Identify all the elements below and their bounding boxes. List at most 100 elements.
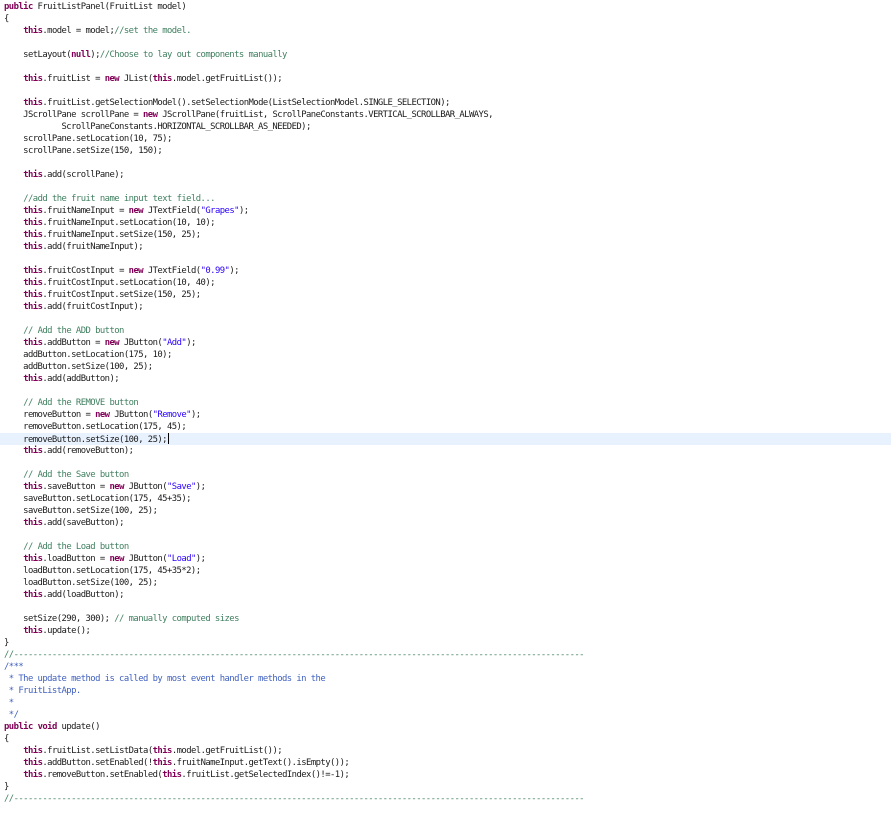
code-line[interactable]: this.addButton = new JButton("Add");: [4, 337, 891, 349]
code-line[interactable]: this.fruitNameInput.setLocation(10, 10);: [4, 217, 891, 229]
code-line[interactable]: // Add the Load button: [4, 541, 891, 553]
code-line[interactable]: scrollPane.setLocation(10, 75);: [4, 133, 891, 145]
code-token: addButton.setLocation(175, 10);: [4, 350, 172, 360]
code-line-current[interactable]: removeButton.setSize(100, 25);: [0, 433, 891, 445]
code-token: .fruitList.getSelectedIndex()!=-1);: [181, 770, 350, 780]
code-line[interactable]: addButton.setSize(100, 25);: [4, 361, 891, 373]
code-token: setSize(290, 300);: [4, 614, 115, 624]
code-editor[interactable]: public FruitListPanel(FruitList model){ …: [0, 0, 891, 816]
code-line[interactable]: this.fruitCostInput = new JTextField("0.…: [4, 265, 891, 277]
code-line[interactable]: this.fruitNameInput = new JTextField("Gr…: [4, 205, 891, 217]
code-line[interactable]: this.removeButton.setEnabled(this.fruitL…: [4, 769, 891, 781]
code-line[interactable]: this.fruitCostInput.setLocation(10, 40);: [4, 277, 891, 289]
code-token: removeButton =: [4, 410, 96, 420]
code-line[interactable]: // Add the ADD button: [4, 325, 891, 337]
code-line[interactable]: public void update(): [4, 721, 891, 733]
code-line[interactable]: * FruitListApp.: [4, 685, 891, 697]
code-line[interactable]: this.add(scrollPane);: [4, 169, 891, 181]
code-line[interactable]: removeButton.setLocation(175, 45);: [4, 421, 891, 433]
string-token: "Add": [162, 338, 187, 348]
code-line[interactable]: [4, 157, 891, 169]
code-line[interactable]: this.add(loadButton);: [4, 589, 891, 601]
code-line[interactable]: this.loadButton = new JButton("Load");: [4, 553, 891, 565]
code-line[interactable]: {: [4, 13, 891, 25]
code-line[interactable]: //add the fruit name input text field...: [4, 193, 891, 205]
code-line[interactable]: //--------------------------------------…: [4, 793, 891, 805]
code-line[interactable]: [4, 457, 891, 469]
keyword-token: this: [23, 230, 43, 240]
code-line[interactable]: saveButton.setSize(100, 25);: [4, 505, 891, 517]
code-line[interactable]: [4, 313, 891, 325]
code-line[interactable]: [4, 85, 891, 97]
comment-token: // Add the Save button: [23, 470, 129, 480]
code-line[interactable]: //--------------------------------------…: [4, 649, 891, 661]
code-token: JButton(: [109, 410, 153, 420]
javadoc-token: /***: [4, 662, 24, 672]
code-token: .fruitNameInput.getText().isEmpty());: [171, 758, 350, 768]
keyword-token: this: [152, 74, 173, 84]
code-line[interactable]: // Add the REMOVE button: [4, 397, 891, 409]
code-line[interactable]: this.model = model;//set the model.: [4, 25, 891, 37]
code-line[interactable]: this.fruitList.getSelectionModel().setSe…: [4, 97, 891, 109]
code-line[interactable]: [4, 385, 891, 397]
code-line[interactable]: setSize(290, 300); // manually computed …: [4, 613, 891, 625]
code-line[interactable]: [4, 61, 891, 73]
code-line[interactable]: saveButton.setLocation(175, 45+35);: [4, 493, 891, 505]
code-line[interactable]: loadButton.setSize(100, 25);: [4, 577, 891, 589]
code-line[interactable]: ScrollPaneConstants.HORIZONTAL_SCROLLBAR…: [4, 121, 891, 133]
code-line[interactable]: this.addButton.setEnabled(!this.fruitNam…: [4, 757, 891, 769]
code-line[interactable]: */: [4, 709, 891, 721]
javadoc-token: * FruitListApp.: [4, 686, 81, 696]
source-code[interactable]: public FruitListPanel(FruitList model){ …: [0, 1, 891, 805]
keyword-token: this: [152, 758, 173, 768]
code-line[interactable]: loadButton.setLocation(175, 45+35*2);: [4, 565, 891, 577]
code-line[interactable]: this.add(removeButton);: [4, 445, 891, 457]
code-line[interactable]: }: [4, 637, 891, 649]
code-line[interactable]: [4, 181, 891, 193]
code-line[interactable]: this.fruitList.setListData(this.model.ge…: [4, 745, 891, 757]
code-line[interactable]: this.fruitNameInput.setSize(150, 25);: [4, 229, 891, 241]
code-token: .add(scrollPane);: [42, 170, 124, 180]
code-line[interactable]: [4, 601, 891, 613]
code-line[interactable]: * The update method is called by most ev…: [4, 673, 891, 685]
code-line[interactable]: [4, 253, 891, 265]
code-line[interactable]: this.update();: [4, 625, 891, 637]
code-line[interactable]: removeButton = new JButton("Remove");: [4, 409, 891, 421]
code-line[interactable]: this.add(saveButton);: [4, 517, 891, 529]
code-token: );: [238, 206, 249, 216]
code-line[interactable]: public FruitListPanel(FruitList model): [4, 1, 891, 13]
code-line[interactable]: }: [4, 781, 891, 793]
comment-token: //add the fruit name input text field...: [23, 194, 215, 204]
code-line[interactable]: this.add(addButton);: [4, 373, 891, 385]
code-token: saveButton.setSize(100, 25);: [4, 506, 158, 516]
code-line[interactable]: scrollPane.setSize(150, 150);: [4, 145, 891, 157]
code-line[interactable]: {: [4, 733, 891, 745]
code-line[interactable]: JScrollPane scrollPane = new JScrollPane…: [4, 109, 891, 121]
code-line[interactable]: addButton.setLocation(175, 10);: [4, 349, 891, 361]
code-token: }: [4, 782, 9, 792]
code-token: {: [4, 734, 9, 744]
code-line[interactable]: [4, 37, 891, 49]
code-line[interactable]: this.fruitCostInput.setSize(150, 25);: [4, 289, 891, 301]
code-line[interactable]: this.fruitList = new JList(this.model.ge…: [4, 73, 891, 85]
code-token: );: [195, 554, 206, 564]
code-line[interactable]: /***: [4, 661, 891, 673]
code-line[interactable]: [4, 529, 891, 541]
code-token: update(): [56, 722, 101, 732]
code-line[interactable]: this.add(fruitNameInput);: [4, 241, 891, 253]
code-line[interactable]: setLayout(null);//Choose to lay out comp…: [4, 49, 891, 61]
code-line[interactable]: *: [4, 697, 891, 709]
code-line[interactable]: // Add the Save button: [4, 469, 891, 481]
code-line[interactable]: this.saveButton = new JButton("Save");: [4, 481, 891, 493]
keyword-token: void: [37, 722, 58, 732]
code-token: JList(: [119, 74, 153, 84]
code-line[interactable]: this.add(fruitCostInput);: [4, 301, 891, 313]
keyword-token: new: [143, 110, 158, 120]
